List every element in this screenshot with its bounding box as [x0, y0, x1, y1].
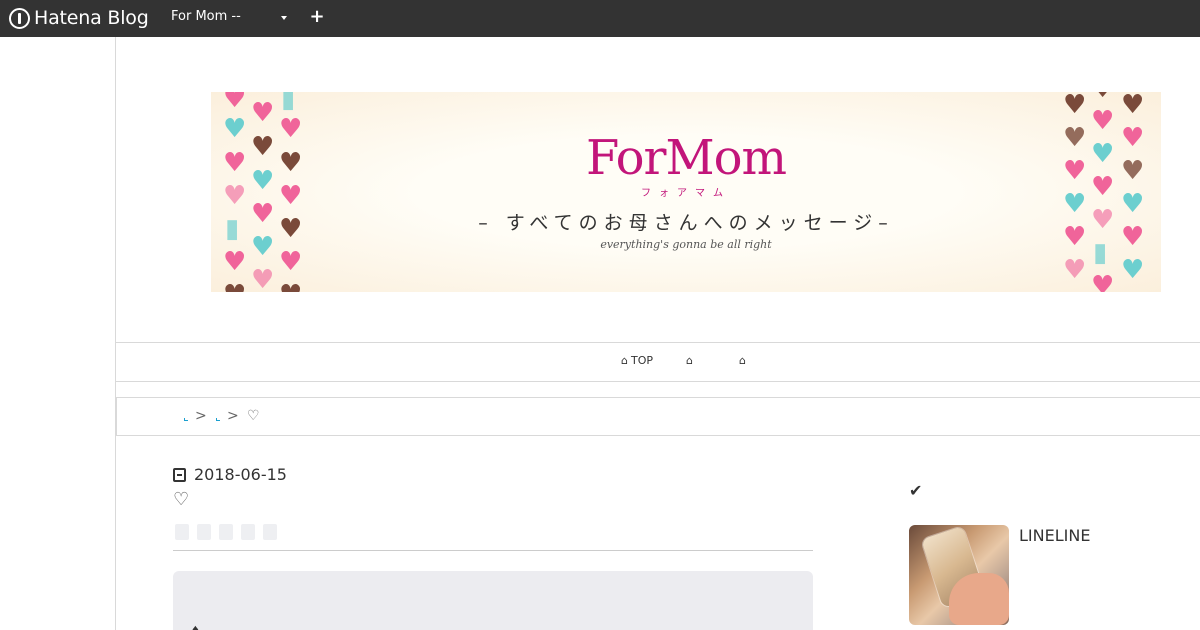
add-entry-button[interactable]: +: [309, 6, 325, 28]
entry-header-divider: [173, 550, 813, 551]
nav-item-top[interactable]: ⌂ TOP: [621, 354, 653, 367]
breadcrumb-link-category[interactable]: [216, 418, 220, 421]
home-icon: ⌂: [739, 354, 746, 367]
breadcrumb: > > ♡: [116, 397, 1200, 436]
global-navigation: ⌂ TOP ⌂ ⌂: [116, 342, 1200, 382]
breadcrumb-current: ♡: [247, 408, 260, 424]
nav-item-2[interactable]: ⌂: [686, 354, 696, 367]
sidebar-entry-title[interactable]: LINELINE: [1019, 526, 1090, 545]
breadcrumb-separator: >: [195, 408, 207, 424]
share-button[interactable]: [219, 524, 233, 540]
share-button[interactable]: [197, 524, 211, 540]
banner-kana: フォアマム: [641, 188, 731, 199]
share-buttons: [175, 524, 277, 540]
breadcrumb-link-home[interactable]: [184, 418, 188, 421]
check-icon: ✔: [909, 481, 923, 500]
nav-item-label: TOP: [630, 354, 653, 367]
entry-title[interactable]: ♡: [173, 489, 189, 510]
hatena-logo-icon: [9, 7, 30, 29]
share-button[interactable]: [263, 524, 277, 540]
hatena-logo-text: Hatena Blog: [34, 7, 149, 29]
calendar-icon: [173, 467, 186, 482]
hand-image: [949, 573, 1009, 625]
home-icon: ⌂: [621, 354, 628, 367]
hatena-topbar: Hatena Blog For Mom -- +: [0, 0, 1200, 37]
caret-down-icon: [281, 16, 287, 20]
share-button[interactable]: [241, 524, 255, 540]
entry-date-text: 2018-06-15: [194, 465, 287, 484]
content-mark: ♠: [191, 625, 200, 630]
entry-date[interactable]: 2018-06-15: [173, 465, 287, 484]
left-gutter-divider: [115, 37, 116, 630]
home-icon: ⌂: [686, 354, 693, 367]
heart-pattern-right: ♥ ♥ ♥ ♥ ♥ ♥ ♥ ♥ ♥ ♥ ♥ ♥ ♥ ♥ ♥ ▮ ♥ ♥ ♥: [1063, 92, 1145, 292]
breadcrumb-separator: >: [227, 408, 239, 424]
blog-header-banner[interactable]: ♥ ▮ ♥ ♥ ♥ ♥ ♥ ♥ ♥ ♥ ♥ ♥ ▮ ♥ ♥ ♥ ♥ ♥ ♥ ♥ …: [211, 92, 1161, 292]
banner-tagline: everything's gonna be all right: [600, 238, 772, 251]
banner-subtitle: – すべてのお母さんへのメッセージ–: [478, 212, 894, 234]
blog-switcher-select[interactable]: For Mom --: [171, 9, 289, 29]
hatena-blog-logo[interactable]: Hatena Blog: [9, 7, 149, 29]
nav-item-3[interactable]: ⌂: [739, 354, 749, 367]
entry-content-box: ♠: [173, 571, 813, 630]
share-button[interactable]: [175, 524, 189, 540]
blog-switcher-value: For Mom --: [171, 9, 241, 24]
sidebar-entry-thumbnail[interactable]: [909, 525, 1009, 625]
banner-title: ForMom: [585, 130, 787, 186]
